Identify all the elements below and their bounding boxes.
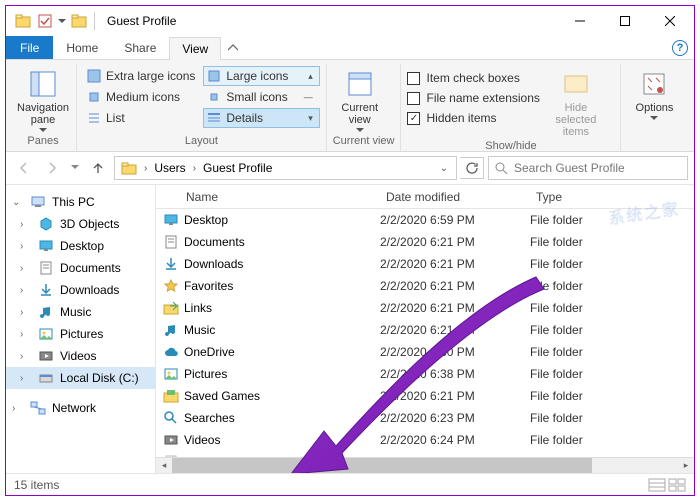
up-button[interactable] (86, 156, 110, 180)
horizontal-scrollbar[interactable]: ◂ ▸ (156, 457, 694, 473)
tab-home[interactable]: Home (53, 36, 111, 59)
qat-dropdown-icon[interactable] (56, 10, 68, 32)
ribbon: Navigation pane Panes Extra large icons … (6, 60, 694, 152)
item-count: 15 items (14, 478, 59, 492)
maximize-button[interactable] (602, 7, 647, 36)
folder-icon (12, 10, 34, 32)
layout-extra-large[interactable]: Extra large icons (83, 66, 202, 86)
save-icon (162, 388, 180, 404)
tree-item[interactable]: ›3D Objects (6, 213, 155, 235)
folder-icon-small (68, 10, 90, 32)
chevron-right-icon[interactable]: › (190, 163, 199, 174)
address-bar-row: › Users › Guest Profile ⌄ Search Guest P… (6, 152, 694, 184)
file-row[interactable]: Pictures2/2/2020 6:38 PMFile folder (156, 363, 694, 385)
tree-this-pc[interactable]: ⌄ This PC (6, 191, 155, 213)
tree-item[interactable]: ›Videos (6, 345, 155, 367)
content-area: ⌄ This PC ›3D Objects›Desktop›Documents›… (6, 184, 694, 473)
qat-properties-icon[interactable] (34, 10, 56, 32)
down-icon (162, 256, 180, 272)
group-currentview-label: Current view (333, 133, 395, 151)
view-thumbnails-icon[interactable] (668, 478, 686, 492)
file-list-pane: Name Date modified Type Desktop2/2/2020 … (156, 185, 694, 473)
close-button[interactable] (647, 7, 692, 36)
tree-item[interactable]: ›Local Disk (C:) (6, 367, 155, 389)
tree-item[interactable]: ›Documents (6, 257, 155, 279)
help-icon[interactable]: ? (672, 40, 688, 56)
cloud-icon (162, 344, 180, 360)
navigation-pane-button[interactable]: Navigation pane (16, 66, 70, 133)
scroll-right-button[interactable]: ▸ (678, 458, 694, 473)
tab-view[interactable]: View (169, 37, 221, 60)
layout-small[interactable]: Small icons— (203, 87, 319, 107)
file-row[interactable]: Desktop2/2/2020 6:59 PMFile folder (156, 209, 694, 231)
col-type[interactable]: Type (530, 190, 694, 204)
tab-share[interactable]: Share (111, 36, 169, 59)
scroll-thumb[interactable] (172, 458, 592, 473)
tab-file[interactable]: File (6, 36, 53, 59)
ribbon-tabs: File Home Share View ? (6, 36, 694, 60)
pic-icon (162, 366, 180, 382)
status-bar: 15 items (6, 473, 694, 495)
scroll-left-button[interactable]: ◂ (156, 458, 172, 473)
tree-item[interactable]: ›Downloads (6, 279, 155, 301)
tree-item[interactable]: ›Pictures (6, 323, 155, 345)
desktop-icon (162, 212, 180, 228)
window-title: Guest Profile (107, 14, 176, 28)
minimize-button[interactable] (557, 7, 602, 36)
breadcrumb-root-icon[interactable] (117, 157, 141, 179)
hide-selected-button[interactable]: Hide selected items (544, 66, 608, 138)
file-row[interactable]: Downloads2/2/2020 6:21 PMFile folder (156, 253, 694, 275)
search-icon (495, 162, 508, 175)
file-row[interactable]: Documents2/2/2020 6:21 PMFile folder (156, 231, 694, 253)
tree-network[interactable]: › Network (6, 397, 155, 419)
layout-medium[interactable]: Medium icons (83, 87, 202, 107)
collapse-ribbon-icon[interactable] (221, 36, 245, 59)
link-icon (162, 300, 180, 316)
current-view-button[interactable]: Current view (333, 66, 387, 133)
group-layout-label: Layout (83, 133, 320, 151)
col-name[interactable]: Name (180, 190, 380, 204)
breadcrumb-users[interactable]: Users (150, 157, 189, 179)
breadcrumb[interactable]: › Users › Guest Profile ⌄ (114, 156, 457, 180)
tree-item[interactable]: ›Music (6, 301, 155, 323)
checkbox-hidden-items[interactable]: ✓Hidden items (407, 108, 539, 128)
view-details-icon[interactable] (648, 478, 666, 492)
options-button[interactable]: Options (627, 66, 681, 121)
file-row[interactable]: Saved Games2/2/2020 6:21 PMFile folder (156, 385, 694, 407)
column-headers[interactable]: Name Date modified Type (156, 185, 694, 209)
nav-tree[interactable]: ⌄ This PC ›3D Objects›Desktop›Documents›… (6, 185, 156, 473)
checkbox-file-extensions[interactable]: File name extensions (407, 88, 539, 108)
titlebar: Guest Profile (6, 6, 694, 36)
breadcrumb-guest[interactable]: Guest Profile (199, 157, 276, 179)
group-panes-label: Panes (16, 133, 70, 151)
col-date[interactable]: Date modified (380, 190, 530, 204)
chevron-down-icon[interactable]: ⌄ (434, 163, 454, 174)
file-rows[interactable]: Desktop2/2/2020 6:59 PMFile folderDocume… (156, 209, 694, 457)
layout-list[interactable]: List (83, 108, 202, 128)
recent-dropdown[interactable] (68, 156, 82, 180)
file-row[interactable]: Links2/2/2020 6:21 PMFile folder (156, 297, 694, 319)
star-icon (162, 278, 180, 294)
layout-details[interactable]: Details▾ (203, 108, 319, 128)
refresh-button[interactable] (460, 157, 484, 179)
file-row[interactable]: Videos2/2/2020 6:24 PMFile folder (156, 429, 694, 451)
explorer-window: Guest Profile File Home Share View ? Nav… (5, 5, 695, 496)
doc-icon (162, 234, 180, 250)
layout-large[interactable]: Large icons▴ (203, 66, 319, 86)
file-row[interactable]: Music2/2/2020 6:21 PMFile folder (156, 319, 694, 341)
video-icon (162, 432, 180, 448)
separator (94, 12, 95, 30)
file-row[interactable]: Favorites2/2/2020 6:21 PMFile folder (156, 275, 694, 297)
tree-item[interactable]: ›Desktop (6, 235, 155, 257)
chevron-right-icon[interactable]: › (141, 163, 150, 174)
search-input[interactable]: Search Guest Profile (488, 156, 688, 180)
layout-options: Extra large icons Large icons▴ Medium ic… (83, 66, 320, 128)
checkbox-item-checkboxes[interactable]: Item check boxes (407, 68, 539, 88)
file-row[interactable]: Searches2/2/2020 6:23 PMFile folder (156, 407, 694, 429)
music-icon (162, 322, 180, 338)
file-row[interactable]: OneDrive2/2/2020 6:30 PMFile folder (156, 341, 694, 363)
forward-button[interactable] (40, 156, 64, 180)
back-button[interactable] (12, 156, 36, 180)
search-icon (162, 410, 180, 426)
